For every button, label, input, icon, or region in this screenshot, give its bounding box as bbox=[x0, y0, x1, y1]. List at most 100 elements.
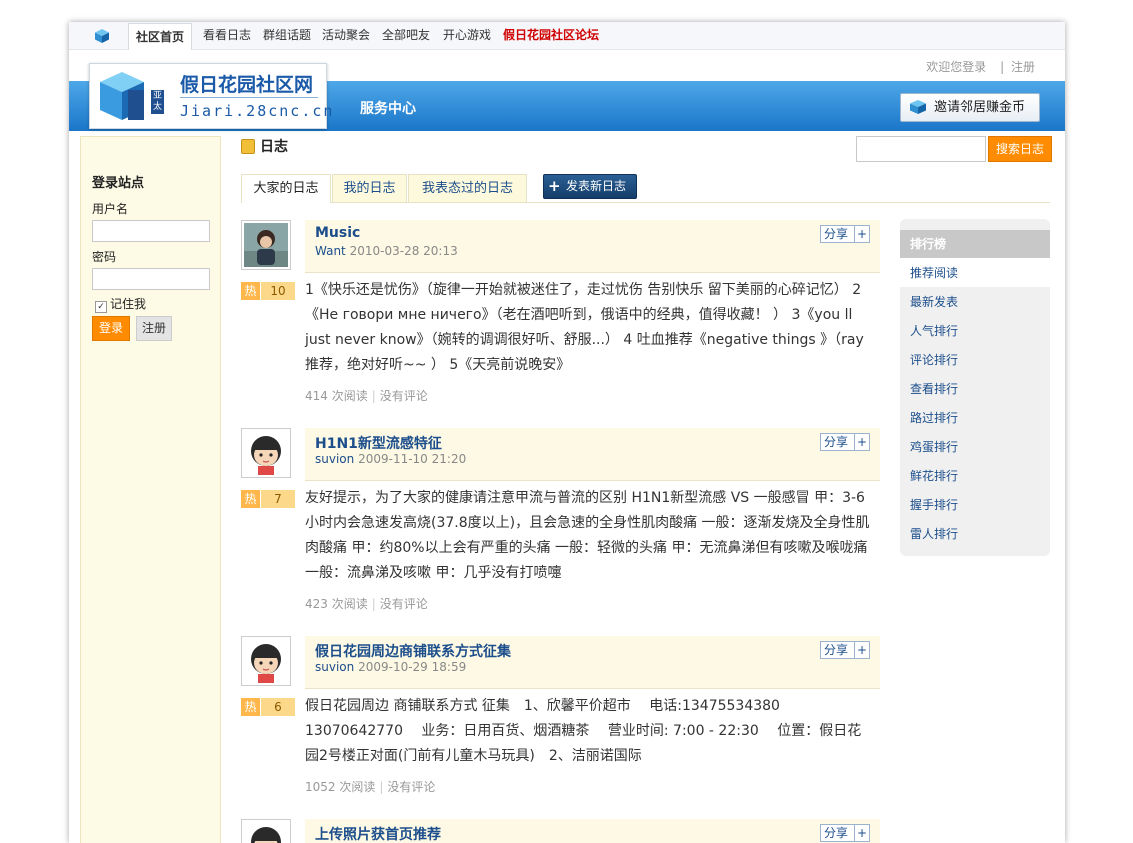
rank-item-views[interactable]: 查看排行 bbox=[910, 380, 958, 397]
ranking-title: 排行榜 bbox=[900, 230, 1050, 258]
remember-label: 记住我 bbox=[110, 297, 147, 311]
post-header: 上传照片获首页推荐 分享 + bbox=[305, 819, 880, 843]
post-title[interactable]: 上传照片获首页推荐 bbox=[315, 824, 441, 843]
rank-item-popular[interactable]: 人气排行 bbox=[910, 322, 958, 339]
post-item: 热 6 假日花园周边商铺联系方式征集 suvion 2009-10-29 18:… bbox=[241, 636, 881, 816]
post-excerpt: 友好提示，为了大家的健康请注意甲流与普流的区别 H1N1新型流感 VS 一般感冒… bbox=[305, 490, 870, 581]
post-datetime: 2009-11-10 21:20 bbox=[358, 452, 467, 466]
hot-count: 7 bbox=[261, 490, 295, 508]
user-photo-icon bbox=[244, 223, 288, 267]
hot-label: 热 bbox=[241, 490, 260, 508]
hot-count: 6 bbox=[261, 698, 295, 716]
post-author[interactable]: suvion bbox=[315, 660, 354, 674]
share-label: 分享 bbox=[824, 643, 849, 657]
rank-item-flowers[interactable]: 鲜花排行 bbox=[910, 467, 958, 484]
new-post-label: 发表新日志 bbox=[566, 179, 627, 193]
nav-home[interactable]: 社区首页 bbox=[128, 23, 193, 51]
avatar[interactable] bbox=[241, 636, 291, 686]
post-item: 上传照片获首页推荐 分享 + bbox=[241, 819, 881, 843]
plus-icon: + bbox=[548, 177, 561, 195]
read-count: 1052 次阅读 bbox=[305, 780, 376, 794]
post-title[interactable]: 假日花园周边商铺联系方式征集 bbox=[315, 641, 511, 661]
link-divider: | bbox=[1000, 60, 1005, 74]
post-header: H1N1新型流感特征 suvion 2009-11-10 21:20 分享 + bbox=[305, 428, 880, 481]
post-title[interactable]: Music bbox=[315, 225, 360, 241]
avatar[interactable] bbox=[241, 220, 291, 270]
register-link[interactable]: 注册 bbox=[1011, 60, 1035, 74]
rank-item-visits[interactable]: 路过排行 bbox=[910, 409, 958, 426]
page: 社区首页 看看日志 群组话题 活动聚会 全部吧友 开心游戏 假日花园社区论坛 欢… bbox=[69, 22, 1065, 843]
nav-group-topics[interactable]: 群组话题 bbox=[263, 22, 311, 49]
hot-badge: 热 6 bbox=[241, 698, 295, 716]
login-button[interactable]: 登录 bbox=[92, 316, 130, 341]
blog-icon bbox=[241, 139, 255, 154]
login-title: 登录站点 bbox=[92, 176, 145, 191]
rank-item-shocking[interactable]: 雷人排行 bbox=[910, 525, 958, 542]
hot-badge: 热 7 bbox=[241, 490, 295, 508]
username-input[interactable] bbox=[92, 220, 210, 242]
search-input[interactable] bbox=[856, 136, 986, 162]
share-button[interactable]: 分享 + bbox=[820, 641, 870, 659]
hot-count: 10 bbox=[261, 282, 295, 300]
tab-my-blogs[interactable]: 我的日志 bbox=[332, 174, 407, 202]
share-plus-icon: + bbox=[854, 226, 869, 242]
comment-link[interactable]: 没有评论 bbox=[380, 389, 428, 403]
post-excerpt: 假日花园周边 商铺联系方式 征集 1、欣馨平价超市 电话:13475534380… bbox=[305, 698, 862, 764]
read-count: 414 次阅读 bbox=[305, 389, 368, 403]
search-button[interactable]: 搜索日志 bbox=[988, 136, 1052, 162]
share-label: 分享 bbox=[824, 435, 849, 449]
share-button[interactable]: 分享 + bbox=[820, 225, 870, 243]
share-label: 分享 bbox=[824, 227, 849, 241]
post-datetime: 2009-10-29 18:59 bbox=[358, 660, 467, 674]
post-stats: 423 次阅读 | 没有评论 bbox=[305, 597, 428, 611]
rank-item-handshakes[interactable]: 握手排行 bbox=[910, 496, 958, 513]
nav-events[interactable]: 活动聚会 bbox=[322, 22, 370, 49]
rank-item-latest[interactable]: 最新发表 bbox=[910, 293, 958, 310]
post-meta: suvion 2009-11-10 21:20 bbox=[315, 452, 466, 466]
share-plus-icon: + bbox=[854, 825, 869, 841]
service-center-link[interactable]: 服务中心 bbox=[360, 98, 416, 118]
top-nav: 社区首页 看看日志 群组话题 活动聚会 全部吧友 开心游戏 假日花园社区论坛 bbox=[69, 22, 1065, 51]
post-meta: suvion 2009-10-29 18:59 bbox=[315, 660, 466, 674]
tab-everyone-blogs[interactable]: 大家的日志 bbox=[241, 174, 331, 203]
rank-item-recommended[interactable]: 推荐阅读 bbox=[910, 264, 958, 281]
welcome-login-link[interactable]: 欢迎您登录 bbox=[926, 60, 986, 74]
page-title: 日志 bbox=[260, 139, 288, 155]
default-avatar-icon bbox=[244, 822, 288, 843]
post-title[interactable]: H1N1新型流感特征 bbox=[315, 433, 442, 453]
site-logo[interactable]: 亚 太 假日花园社区网 Jiari.28cnc.cn bbox=[89, 63, 332, 129]
nav-games[interactable]: 开心游戏 bbox=[443, 22, 491, 49]
nav-blogs[interactable]: 看看日志 bbox=[203, 22, 251, 49]
avatar[interactable] bbox=[241, 819, 291, 843]
post-header: 假日花园周边商铺联系方式征集 suvion 2009-10-29 18:59 分… bbox=[305, 636, 880, 689]
nav-all-friends[interactable]: 全部吧友 bbox=[382, 22, 430, 49]
username-label: 用户名 bbox=[92, 202, 129, 216]
read-count: 423 次阅读 bbox=[305, 597, 368, 611]
comment-link[interactable]: 没有评论 bbox=[387, 780, 435, 794]
logo-badge: 亚 太 bbox=[151, 90, 164, 114]
post-stats: 1052 次阅读 | 没有评论 bbox=[305, 780, 436, 794]
rank-item-comments[interactable]: 评论排行 bbox=[910, 351, 958, 368]
ranking-panel: 排行榜 推荐阅读 最新发表 人气排行 评论排行 查看排行 路过排行 鸡蛋排行 鲜… bbox=[900, 219, 1050, 556]
post-datetime: 2010-03-28 20:13 bbox=[349, 244, 458, 258]
blog-tabs: 大家的日志 我的日志 我表态过的日志 bbox=[241, 174, 1050, 203]
new-post-button[interactable]: + 发表新日志 bbox=[543, 174, 637, 199]
invite-neighbors-button[interactable]: 邀请邻居赚金币 bbox=[900, 93, 1040, 122]
hot-badge: 热 10 bbox=[241, 282, 295, 300]
logo-badge-bottom: 太 bbox=[152, 102, 162, 112]
avatar[interactable] bbox=[241, 428, 291, 478]
default-avatar-icon bbox=[244, 639, 288, 683]
nav-forum[interactable]: 假日花园社区论坛 bbox=[503, 22, 599, 49]
register-button[interactable]: 注册 bbox=[136, 316, 172, 341]
password-input[interactable] bbox=[92, 268, 210, 290]
share-button[interactable]: 分享 + bbox=[820, 433, 870, 451]
post-author[interactable]: suvion bbox=[315, 452, 354, 466]
post-author[interactable]: Want bbox=[315, 244, 346, 258]
share-button[interactable]: 分享 + bbox=[820, 824, 870, 842]
remember-me[interactable]: ✓ 记住我 bbox=[95, 295, 146, 313]
comment-link[interactable]: 没有评论 bbox=[380, 597, 428, 611]
password-label: 密码 bbox=[92, 250, 117, 264]
tab-reacted-blogs[interactable]: 我表态过的日志 bbox=[408, 174, 527, 202]
remember-checkbox[interactable]: ✓ bbox=[95, 301, 107, 313]
rank-item-eggs[interactable]: 鸡蛋排行 bbox=[910, 438, 958, 455]
